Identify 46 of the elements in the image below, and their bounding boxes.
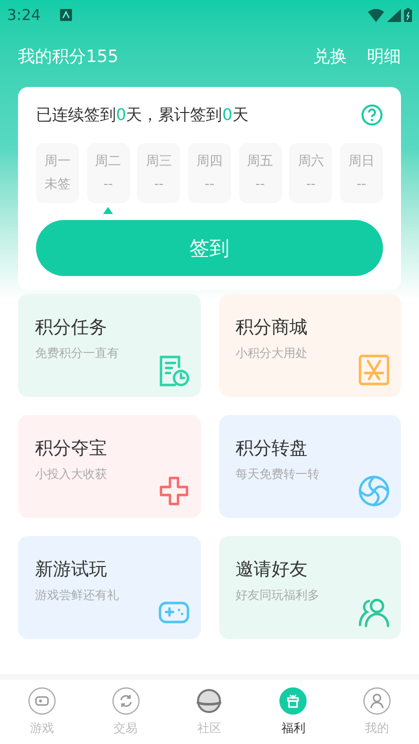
feature-card[interactable]: 新游试玩 游戏尝鲜还有礼 bbox=[18, 536, 200, 639]
feature-subtitle: 小投入大收获 bbox=[35, 466, 108, 483]
user-icon bbox=[363, 687, 392, 715]
help-icon[interactable] bbox=[361, 104, 383, 126]
day-tile[interactable]: 周二 -- bbox=[86, 143, 130, 203]
nav-tab[interactable]: 福利 bbox=[251, 687, 336, 737]
feature-title: 积分夺宝 bbox=[35, 437, 108, 461]
feature-subtitle: 免费积分一直有 bbox=[35, 345, 120, 362]
signal-icon bbox=[387, 8, 401, 22]
nav-tab[interactable]: 交易 bbox=[84, 687, 168, 737]
nav-tab[interactable]: 游戏 bbox=[0, 687, 84, 737]
feature-card[interactable]: 积分转盘 每天免费转一转 bbox=[218, 415, 401, 518]
feature-card[interactable]: 积分夺宝 小投入大收获 bbox=[18, 415, 200, 518]
feature-title: 积分转盘 bbox=[236, 437, 308, 461]
feature-subtitle: 好友同玩福利多 bbox=[236, 587, 320, 604]
day-tile[interactable]: 周五 -- bbox=[238, 143, 282, 203]
feature-subtitle: 游戏尝鲜还有礼 bbox=[35, 587, 120, 604]
feature-subtitle: 每天免费转一转 bbox=[236, 466, 320, 483]
checkin-summary: 已连续签到0天，累计签到0天 bbox=[36, 104, 248, 126]
feature-title: 新游试玩 bbox=[35, 558, 108, 582]
day-tile[interactable]: 周三 -- bbox=[137, 143, 180, 203]
planet-icon bbox=[195, 687, 224, 715]
gamepad-icon bbox=[28, 687, 56, 715]
day-tile[interactable]: 周六 -- bbox=[289, 143, 332, 203]
notification-icon bbox=[60, 9, 72, 21]
feature-card[interactable]: 积分商城 小积分大用处 bbox=[218, 294, 401, 397]
feature-subtitle: 小积分大用处 bbox=[236, 345, 308, 362]
feature-title: 积分任务 bbox=[35, 316, 108, 340]
nav-tab[interactable]: 我的 bbox=[335, 687, 419, 737]
header-link[interactable]: 兑换 bbox=[313, 44, 347, 70]
feature-card[interactable]: 邀请好友 好友同玩福利多 bbox=[218, 536, 401, 639]
battery-icon bbox=[404, 8, 412, 22]
wifi-icon bbox=[368, 8, 384, 22]
feature-title: 积分商城 bbox=[236, 316, 308, 340]
nav-tab[interactable]: 社区 bbox=[168, 687, 252, 737]
day-tile[interactable]: 周一 未签 bbox=[36, 143, 79, 203]
day-tile[interactable]: 周日 -- bbox=[340, 143, 383, 203]
feature-title: 邀请好友 bbox=[236, 558, 308, 582]
gift-icon bbox=[279, 687, 308, 715]
feature-card[interactable]: 积分任务 免费积分一直有 bbox=[18, 294, 200, 397]
refresh-icon bbox=[112, 687, 140, 715]
points-title: 我的积分155 bbox=[18, 46, 118, 69]
day-tile[interactable]: 周四 -- bbox=[188, 143, 231, 203]
status-time: 3:24 bbox=[7, 4, 41, 26]
checkin-button[interactable]: 签到 bbox=[36, 220, 383, 276]
header-link[interactable]: 明细 bbox=[367, 44, 401, 70]
